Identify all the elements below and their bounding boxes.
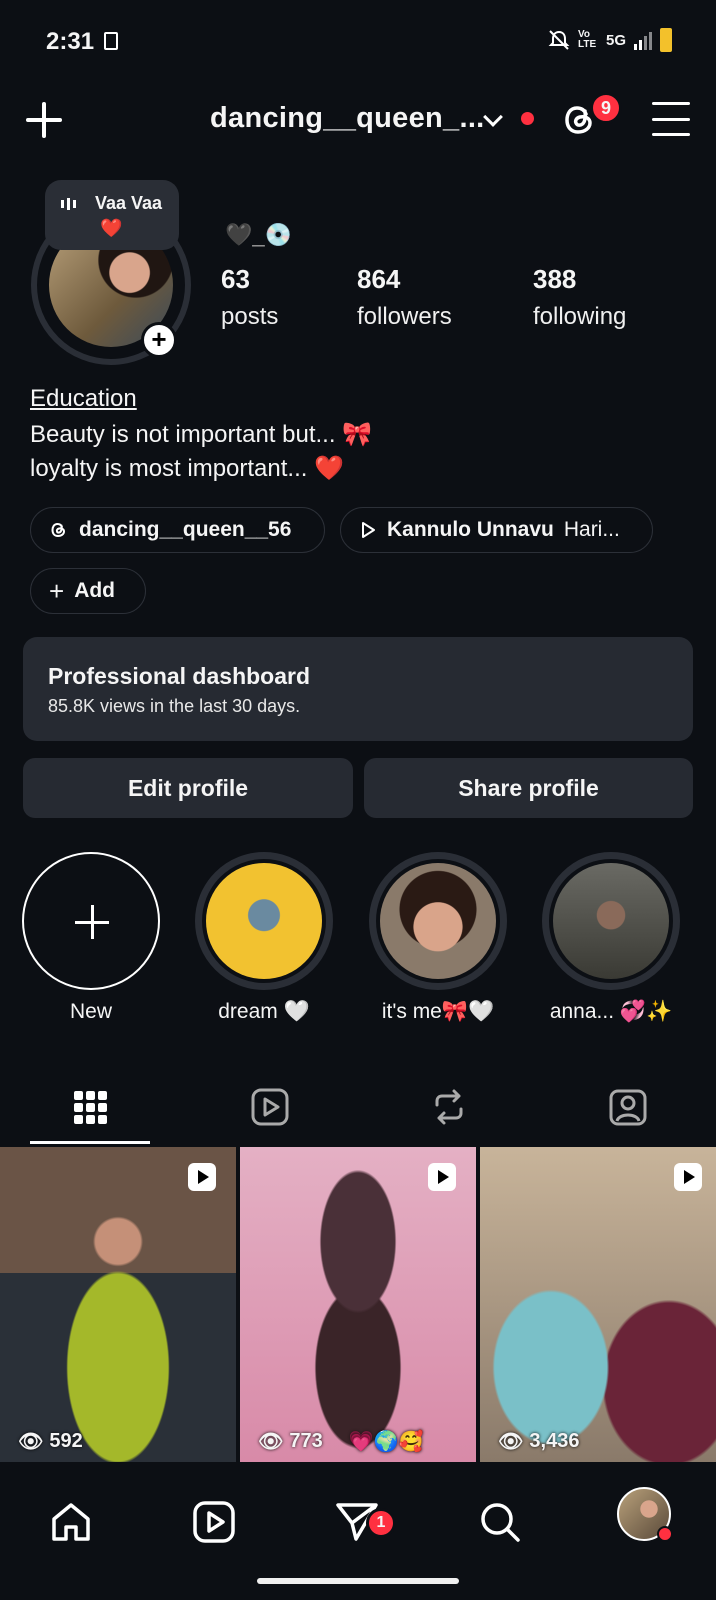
network-label: 5G bbox=[605, 31, 626, 49]
highlight-cover bbox=[380, 863, 496, 979]
post-tile[interactable]: 👁 773 💗🌍🥰 bbox=[240, 1147, 476, 1462]
status-icons: Vo LTE 5G bbox=[548, 28, 672, 52]
eye-icon: 👁 bbox=[258, 1431, 284, 1453]
stat-followers-value: 864 bbox=[357, 264, 401, 294]
status-time: 2:31 bbox=[46, 28, 95, 55]
stat-following-value: 388 bbox=[533, 264, 577, 294]
note-bubble[interactable]: Vaa Vaa ❤️ bbox=[45, 180, 179, 250]
gesture-bar[interactable] bbox=[257, 1578, 459, 1584]
plus-icon[interactable] bbox=[24, 100, 64, 140]
account-switcher[interactable]: dancing__queen_... bbox=[210, 102, 485, 135]
dashboard-subtitle: 85.8K views in the last 30 days. bbox=[48, 696, 301, 716]
bottom-nav bbox=[0, 1472, 716, 1572]
reels-icon bbox=[251, 1088, 289, 1126]
reels-nav-icon bbox=[193, 1501, 235, 1543]
threads-icon bbox=[51, 522, 66, 538]
bio-line: Beauty is not important but... 🎀 bbox=[30, 421, 373, 448]
plus-icon bbox=[22, 852, 160, 990]
chevron-down-icon[interactable] bbox=[483, 107, 503, 127]
tab-tagged[interactable] bbox=[568, 1070, 688, 1144]
threads-link-chip[interactable]: dancing__queen__56 bbox=[30, 507, 325, 553]
profile-bio: Beauty is not important but... 🎀 loyalty… bbox=[30, 418, 372, 486]
nav-search[interactable] bbox=[470, 1492, 530, 1552]
add-label: Add bbox=[74, 579, 116, 602]
home-icon bbox=[52, 1503, 90, 1541]
note-text: Vaa Vaa bbox=[95, 193, 163, 213]
stat-following[interactable]: 388 following bbox=[533, 264, 626, 331]
highlight-label: New bbox=[69, 1000, 112, 1023]
profile-header: dancing__queen_... 9 bbox=[0, 90, 716, 150]
tab-reels[interactable] bbox=[210, 1070, 330, 1144]
note-emoji: ❤️ bbox=[100, 218, 123, 238]
messages-badge: 1 bbox=[366, 1508, 396, 1538]
bio-line: loyalty is most important... ❤️ bbox=[30, 455, 344, 482]
menu-icon[interactable] bbox=[652, 102, 690, 136]
highlight-label: dream 🤍 bbox=[218, 1000, 310, 1023]
eye-icon: 👁 bbox=[498, 1431, 524, 1453]
reel-icon bbox=[188, 1163, 216, 1191]
post-tile[interactable]: 👁 592 bbox=[0, 1147, 236, 1462]
battery-icon bbox=[660, 28, 672, 52]
stat-posts[interactable]: 63 posts bbox=[221, 264, 278, 331]
stat-posts-value: 63 bbox=[221, 264, 250, 294]
highlight-label: it's me🎀🤍 bbox=[381, 1000, 495, 1023]
content-tabs bbox=[0, 1070, 716, 1144]
threads-badge: 9 bbox=[590, 92, 622, 124]
mute-icon bbox=[548, 30, 570, 50]
play-icon bbox=[362, 522, 375, 538]
tagged-icon bbox=[609, 1089, 647, 1126]
post-views: 👁 592 bbox=[18, 1429, 83, 1454]
active-tab-indicator bbox=[30, 1141, 150, 1144]
view-count: 3,436 bbox=[529, 1430, 580, 1452]
unread-dot bbox=[521, 112, 534, 125]
profile-category[interactable]: Education bbox=[30, 385, 137, 413]
tab-reposts[interactable] bbox=[389, 1070, 509, 1144]
stat-posts-label: posts bbox=[221, 303, 279, 330]
dashboard-title: Professional dashboard bbox=[48, 663, 311, 689]
post-overlay-emoji: 💗🌍🥰 bbox=[348, 1431, 424, 1453]
song-title: Kannulo Unnavu bbox=[387, 518, 554, 541]
highlight-label: anna... 💞✨ bbox=[549, 1000, 673, 1023]
stat-followers-label: followers bbox=[357, 303, 452, 330]
share-profile-button[interactable]: Share profile bbox=[364, 758, 693, 818]
audio-bars-icon bbox=[61, 198, 76, 210]
highlight-its-me[interactable]: it's me🎀🤍 bbox=[368, 852, 508, 1024]
post-views: 👁 773 💗🌍🥰 bbox=[258, 1429, 423, 1454]
add-story-button[interactable]: + bbox=[141, 322, 177, 358]
plus-icon: + bbox=[49, 575, 65, 606]
carousel-icon bbox=[674, 1163, 702, 1191]
highlight-dream[interactable]: dream 🤍 bbox=[194, 852, 334, 1024]
unread-dot bbox=[657, 1526, 673, 1542]
threads-handle: dancing__queen__56 bbox=[79, 518, 292, 541]
add-link-button[interactable]: + Add bbox=[30, 568, 146, 614]
post-views: 👁 3,436 bbox=[498, 1429, 579, 1454]
professional-dashboard[interactable]: Professional dashboard 85.8K views in th… bbox=[23, 637, 693, 741]
nav-home[interactable] bbox=[41, 1492, 101, 1552]
sim-card-icon bbox=[104, 32, 118, 50]
stat-followers[interactable]: 864 followers bbox=[357, 264, 452, 331]
status-bar: 2:31 Vo LTE 5G bbox=[0, 0, 716, 84]
signal-icon bbox=[634, 30, 652, 50]
tab-grid[interactable] bbox=[30, 1070, 150, 1144]
view-count: 773 bbox=[289, 1430, 323, 1452]
nav-reels[interactable] bbox=[184, 1492, 244, 1552]
post-tile[interactable]: 👁 3,436 bbox=[480, 1147, 716, 1462]
eye-icon: 👁 bbox=[18, 1431, 44, 1453]
volte-label: Vo LTE bbox=[577, 29, 597, 50]
stat-following-label: following bbox=[533, 303, 627, 330]
grid-icon bbox=[73, 1090, 107, 1124]
highlight-new[interactable]: New bbox=[21, 852, 161, 1024]
highlight-cover bbox=[553, 863, 669, 979]
search-icon bbox=[481, 1503, 520, 1542]
highlight-cover bbox=[206, 863, 322, 979]
music-chip[interactable]: Kannulo Unnavu Hari... bbox=[340, 507, 653, 553]
highlight-anna[interactable]: anna... 💞✨ bbox=[541, 852, 681, 1024]
song-artist: Hari... bbox=[563, 518, 620, 541]
profile-name-emoji: 🖤_💿 bbox=[225, 222, 293, 247]
view-count: 592 bbox=[49, 1430, 83, 1452]
reposts-icon bbox=[435, 1089, 463, 1125]
edit-profile-button[interactable]: Edit profile bbox=[23, 758, 353, 818]
reel-icon bbox=[428, 1163, 456, 1191]
